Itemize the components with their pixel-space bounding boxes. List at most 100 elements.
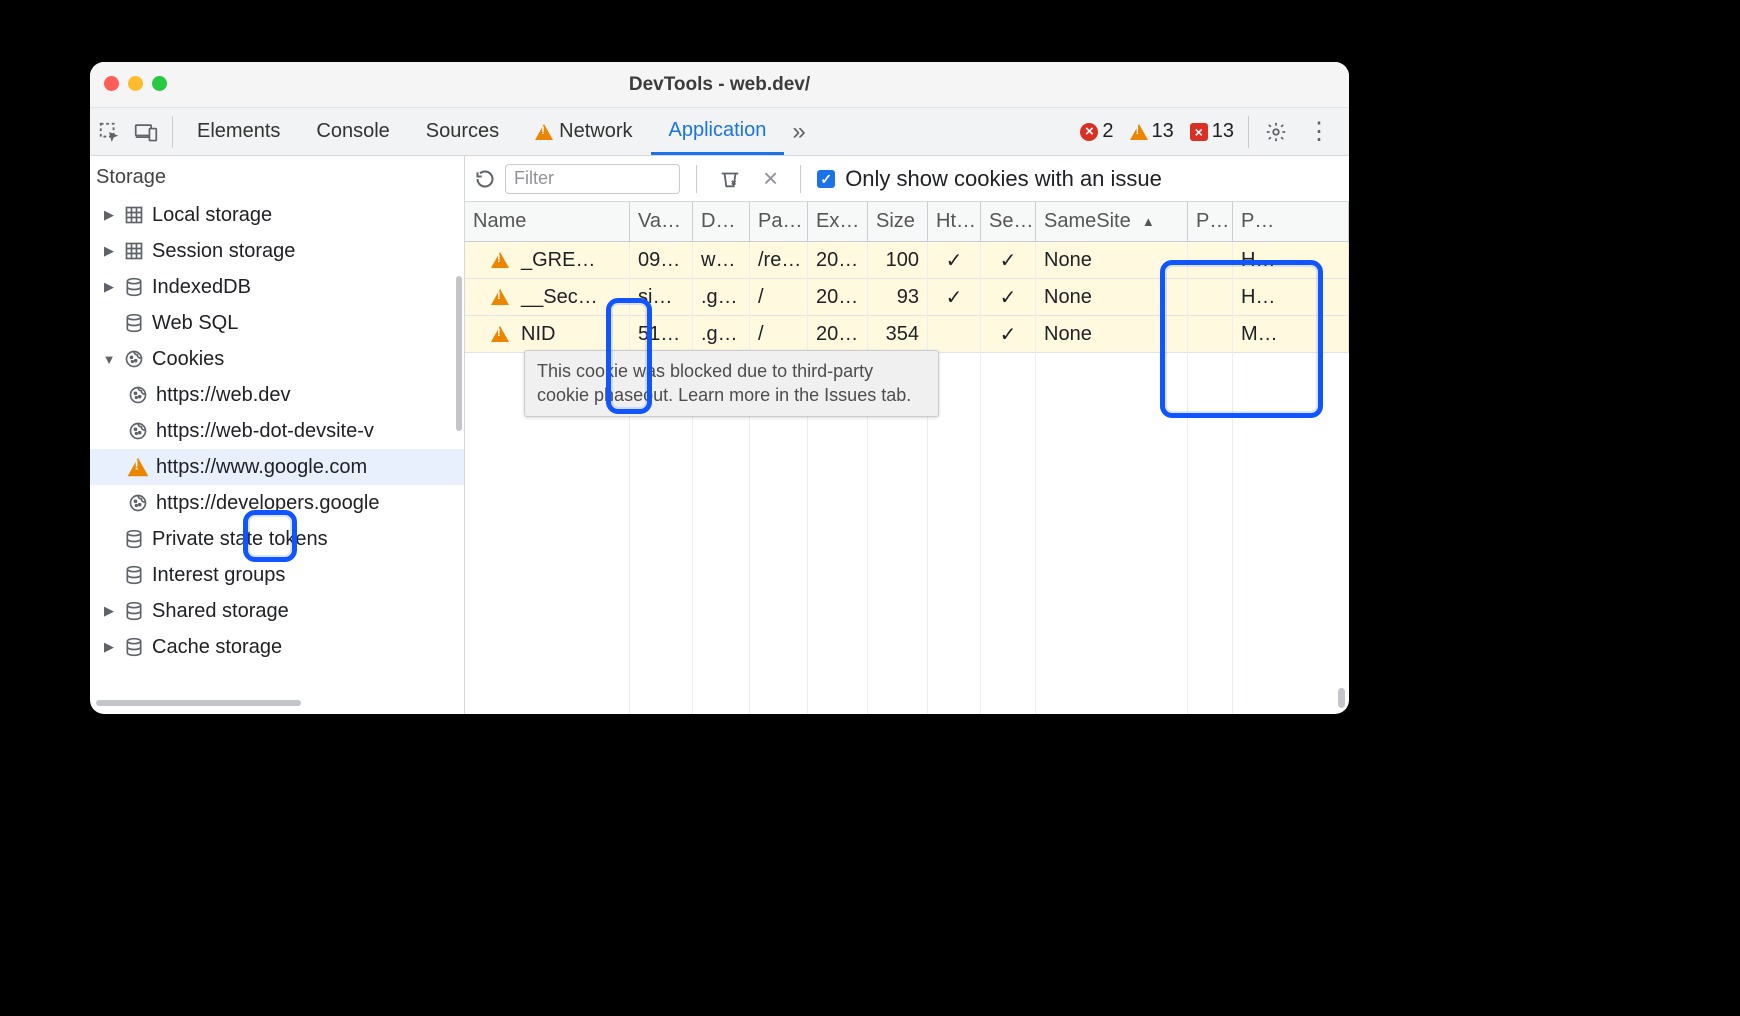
- separator: [800, 165, 801, 193]
- device-toolbar-icon[interactable]: [134, 121, 158, 143]
- col-value[interactable]: Va…: [630, 202, 693, 241]
- col-priority[interactable]: P…: [1233, 202, 1349, 241]
- tree-item-label: Cookies: [152, 348, 224, 371]
- tab-elements[interactable]: Elements: [179, 108, 298, 155]
- tab-console[interactable]: Console: [298, 108, 407, 155]
- tab-application[interactable]: Application: [651, 108, 785, 155]
- col-expires[interactable]: Ex…: [808, 202, 868, 241]
- tree-item[interactable]: https://www.google.com: [90, 449, 464, 485]
- minimize-window-button[interactable]: [128, 76, 143, 91]
- message-counter[interactable]: 13: [1184, 120, 1240, 143]
- tree-item-label: Interest groups: [152, 564, 285, 587]
- col-domain[interactable]: D…: [693, 202, 750, 241]
- close-window-button[interactable]: [104, 76, 119, 91]
- warning-icon: [491, 252, 509, 268]
- tree-item[interactable]: ▼Cookies: [90, 341, 464, 377]
- tree-item[interactable]: ▶Session storage: [90, 233, 464, 269]
- storage-tree: ▶Local storage▶Session storage▶IndexedDB…: [90, 197, 464, 665]
- sidebar-h-scrollbar[interactable]: [96, 700, 376, 708]
- close-icon[interactable]: ×: [757, 163, 784, 194]
- col-path[interactable]: Pa…: [750, 202, 808, 241]
- table-header-row: Name Va… D… Pa… Ex… Size Ht… Se… SameSit…: [465, 202, 1349, 242]
- kebab-icon[interactable]: ⋮: [1299, 117, 1339, 146]
- canvas: DevTools - web.dev/ Elements Console Sou…: [0, 0, 1740, 1016]
- tree-item-label: IndexedDB: [152, 276, 251, 299]
- only-issues-checkbox[interactable]: [817, 170, 835, 188]
- reload-icon[interactable]: [475, 169, 495, 189]
- main-scrollbar[interactable]: [1338, 688, 1345, 708]
- warning-icon: [491, 326, 509, 342]
- sidebar-scrollbar[interactable]: [454, 276, 464, 674]
- tree-item[interactable]: ▶Cache storage: [90, 629, 464, 665]
- warning-icon: [1130, 124, 1148, 140]
- window-title: DevTools - web.dev/: [629, 74, 810, 96]
- only-issues-label: Only show cookies with an issue: [845, 166, 1162, 192]
- cookie-icon: [128, 385, 148, 405]
- tabbar-right: 2 13 13 ⋮: [1074, 116, 1341, 148]
- tree-item-label: https://web-dot-devsite-v: [156, 420, 374, 443]
- tree-item[interactable]: Private state tokens: [90, 521, 464, 557]
- more-tabs-icon[interactable]: »: [784, 118, 813, 146]
- col-size[interactable]: Size: [868, 202, 928, 241]
- sidebar: Storage ▶Local storage▶Session storage▶I…: [90, 156, 465, 714]
- tree-item-label: https://developers.google: [156, 492, 380, 515]
- zoom-window-button[interactable]: [152, 76, 167, 91]
- gear-icon[interactable]: [1257, 121, 1295, 143]
- message-icon: [1190, 123, 1208, 141]
- panel-tabs: Elements Console Sources Network Applica…: [179, 108, 814, 155]
- col-partitionkey[interactable]: P…: [1188, 202, 1233, 241]
- tree-item[interactable]: https://web.dev: [90, 377, 464, 413]
- col-httponly[interactable]: Ht…: [928, 202, 981, 241]
- tree-item[interactable]: ▶Local storage: [90, 197, 464, 233]
- devtools-window: DevTools - web.dev/ Elements Console Sou…: [90, 62, 1349, 714]
- filter-input[interactable]: [505, 164, 680, 194]
- panel-body: Storage ▶Local storage▶Session storage▶I…: [90, 156, 1349, 714]
- tree-item-label: Session storage: [152, 240, 295, 263]
- clear-filter-icon[interactable]: [713, 168, 747, 190]
- warning-counter[interactable]: 13: [1124, 120, 1180, 143]
- tree-item-label: Local storage: [152, 204, 272, 227]
- cookie-panel: × Only show cookies with an issue Name V…: [465, 156, 1349, 714]
- tree-item[interactable]: Web SQL: [90, 305, 464, 341]
- sort-asc-icon: ▲: [1142, 214, 1155, 229]
- tree-item-label: Cache storage: [152, 636, 282, 659]
- tree-item[interactable]: https://web-dot-devsite-v: [90, 413, 464, 449]
- window-controls: [104, 76, 167, 91]
- db-icon: [124, 565, 144, 585]
- tree-item[interactable]: ▶Shared storage: [90, 593, 464, 629]
- warning-icon: [491, 289, 509, 305]
- cookie-icon: [128, 493, 148, 513]
- cookie-table: Name Va… D… Pa… Ex… Size Ht… Se… SameSit…: [465, 202, 1349, 714]
- titlebar: DevTools - web.dev/: [90, 62, 1349, 108]
- tree-item-label: Private state tokens: [152, 528, 328, 551]
- table-row[interactable]: _GRE…09…w…/re…20…100✓✓NoneH…: [465, 242, 1349, 279]
- tab-sources[interactable]: Sources: [408, 108, 517, 155]
- tab-network[interactable]: Network: [517, 108, 650, 155]
- tree-item-label: https://www.google.com: [156, 456, 367, 479]
- col-name[interactable]: Name: [465, 202, 630, 241]
- warning-icon: [535, 124, 553, 140]
- db-icon: [124, 637, 144, 657]
- inspect-icon[interactable]: [98, 121, 120, 143]
- sidebar-section-title: Storage: [90, 162, 464, 197]
- separator: [1248, 116, 1249, 148]
- grid-icon: [124, 241, 144, 261]
- cookie-toolbar: × Only show cookies with an issue: [465, 156, 1349, 202]
- tree-item[interactable]: ▶IndexedDB: [90, 269, 464, 305]
- error-icon: [1080, 123, 1098, 141]
- tree-item[interactable]: https://developers.google: [90, 485, 464, 521]
- col-samesite[interactable]: SameSite ▲: [1036, 202, 1188, 241]
- cookie-icon: [124, 349, 144, 369]
- tabbar: Elements Console Sources Network Applica…: [90, 108, 1349, 156]
- col-secure[interactable]: Se…: [981, 202, 1036, 241]
- grid-icon: [124, 205, 144, 225]
- error-counter[interactable]: 2: [1074, 120, 1119, 143]
- separator: [696, 165, 697, 193]
- inspect-tools: [96, 121, 166, 143]
- warn-icon: [128, 457, 148, 477]
- table-row[interactable]: NID51….g…/20…354✓NoneM…: [465, 316, 1349, 353]
- db-icon: [124, 313, 144, 333]
- tree-item[interactable]: Interest groups: [90, 557, 464, 593]
- table-row[interactable]: __Sec…si….g…/20…93✓✓NoneH…: [465, 279, 1349, 316]
- db-icon: [124, 601, 144, 621]
